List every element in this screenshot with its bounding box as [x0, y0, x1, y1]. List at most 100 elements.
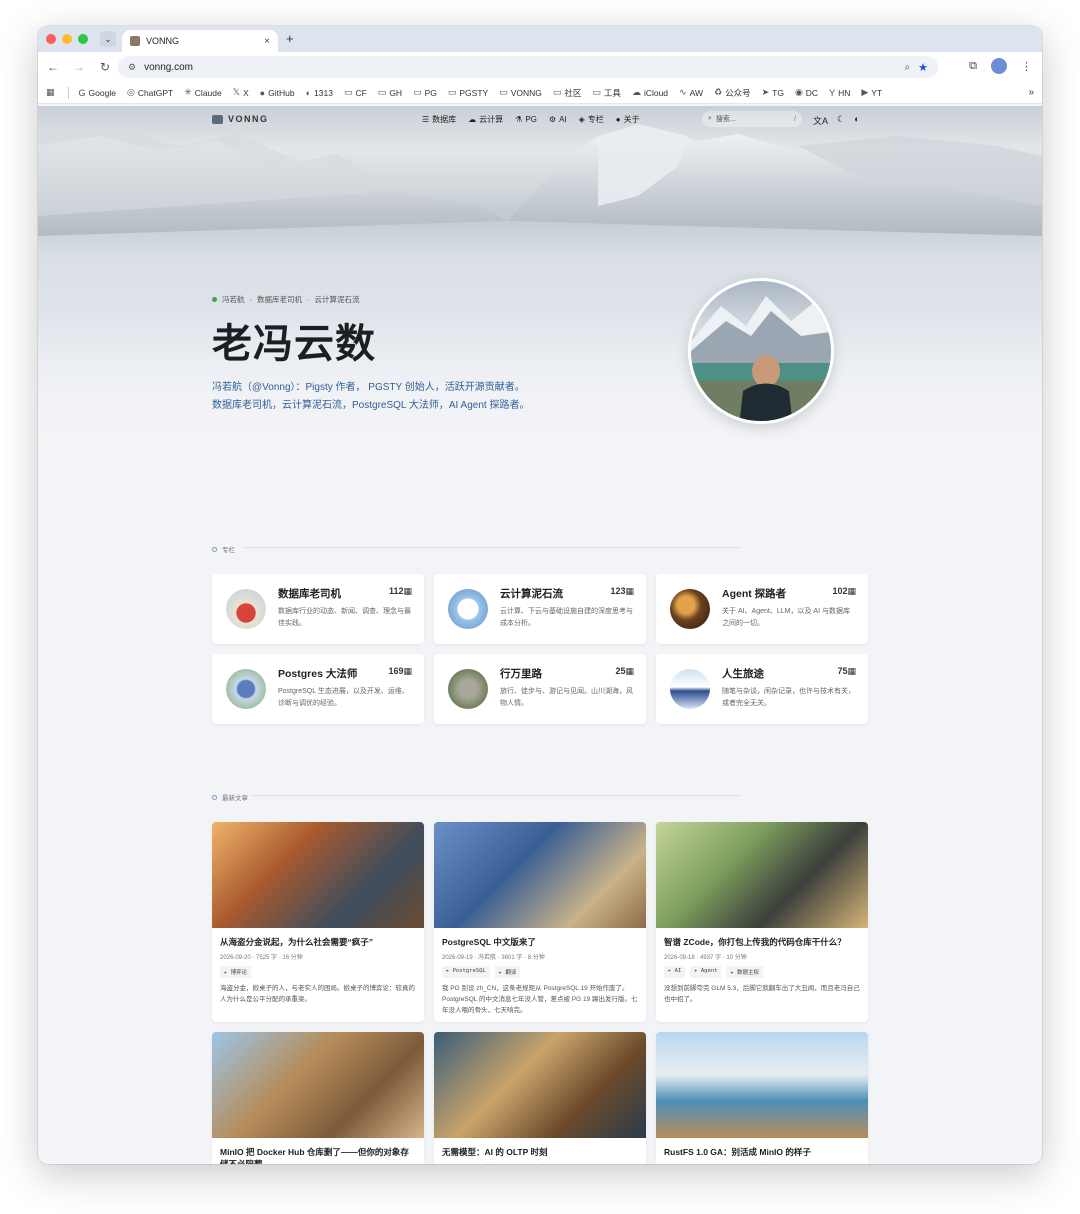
- site-settings-icon[interactable]: ⚙: [128, 62, 136, 73]
- post-card[interactable]: PostgreSQL 中文版来了 2026-09-19 · 冯若航 · 3601 …: [434, 822, 646, 1022]
- post-card[interactable]: MinIO 把 Docker Hub 仓库删了——但你的对象存储不必陪葬2026…: [212, 1032, 424, 1164]
- column-description: 数据库行业的动态、新闻、调查、理念与最佳实践。: [278, 608, 411, 627]
- site-logo[interactable]: VONNG: [212, 114, 269, 124]
- post-tag[interactable]: ▸ Agent: [690, 966, 722, 978]
- bookmark-item[interactable]: ☁ iCloud: [632, 87, 668, 99]
- forward-arrow-icon[interactable]: →: [72, 60, 86, 74]
- nav-item[interactable]: ☁ 云计算: [468, 114, 503, 125]
- bookmark-label: TG: [772, 87, 784, 98]
- nav-item-label: 数据库: [432, 115, 457, 124]
- column-body: 行万里路旅行、徒步与、游记与见闻。山川湖海，风物人情。: [500, 666, 634, 724]
- post-excerpt: 我 PG 别设 zh_CN，这条老规矩从 PostgreSQL 19 开始作废了…: [442, 985, 638, 1014]
- post-card[interactable]: RustFS 1.0 GA：别活成 MinIO 的样子 2026-09-17 · …: [656, 1032, 868, 1164]
- nav-item[interactable]: ◈ 专栏: [579, 114, 604, 125]
- bookmark-item[interactable]: ▶ YT: [861, 87, 882, 99]
- language-toggle-icon[interactable]: 文A: [813, 114, 828, 127]
- column-card[interactable]: 数据库老司机 数据库行业的动态、新闻、调查、理念与最佳实践。 112▦: [212, 574, 424, 644]
- post-card[interactable]: 智谱 ZCode，你打包上传我的代码仓库干什么？ 2026-09-18 · 493…: [656, 822, 868, 1022]
- post-title[interactable]: MinIO 把 Docker Hub 仓库删了——但你的对象存储不必陪葬: [220, 1146, 416, 1164]
- bookmark-item[interactable]: 𝕏X: [233, 87, 249, 99]
- more-bookmarks-icon[interactable]: »: [1028, 87, 1034, 98]
- bookmark-label: DC: [805, 87, 819, 98]
- bookmark-item[interactable]: ▭ GH: [378, 87, 402, 99]
- bookmark-item[interactable]: ▭ 工具: [592, 87, 621, 99]
- bookmark-item[interactable]: ➤ TG: [762, 87, 784, 99]
- post-title[interactable]: RustFS 1.0 GA：别活成 MinIO 的样子: [664, 1146, 860, 1158]
- column-card[interactable]: 行万里路 旅行、徒步与、游记与见闻。山川湖海，风物人情。 25▦: [434, 654, 646, 724]
- bookmark-item[interactable]: ◉ DC: [795, 87, 818, 99]
- bookmark-star-icon[interactable]: ★: [918, 61, 928, 74]
- post-title[interactable]: 智谱 ZCode，你打包上传我的代码仓库干什么？: [664, 936, 860, 948]
- bookmark-icon: 𝕏: [232, 87, 240, 97]
- column-article-count: 25▦: [615, 666, 634, 676]
- column-card[interactable]: 云计算泥石流 云计算、下云与基础设施自建的深度思考与成本分析。 123▦: [434, 574, 646, 644]
- bookmarks-bar: ▦ G Google ◎ ChatGPT ✳ Claude 𝕏 X ● GitHub ◐ 1313 ▭ C…: [38, 82, 1042, 104]
- more-menu-icon[interactable]: ⋮: [1021, 60, 1032, 73]
- nav-item[interactable]: ⚗ PG: [515, 114, 537, 125]
- close-window-button[interactable]: [46, 34, 56, 44]
- post-card[interactable]: 从海盗分金说起，为什么社会需要“疯子” 2026-09-20 · 7525 字 ·…: [212, 822, 424, 1022]
- nav-item-icon: ●: [615, 115, 621, 124]
- apps-grid-icon[interactable]: ▦: [46, 87, 55, 98]
- column-article-count: 169▦: [388, 666, 412, 676]
- bookmark-item[interactable]: ✳ Claude: [184, 87, 221, 99]
- search-shortcut-hint: /: [794, 115, 796, 123]
- bookmark-item[interactable]: ▭ PG: [413, 87, 437, 99]
- post-tag[interactable]: ▸ PostgreSQL: [442, 966, 490, 978]
- nav-item[interactable]: ☰ 数据库: [422, 114, 456, 125]
- bookmark-label: VONNG: [510, 87, 542, 98]
- search-icon: ⌕: [708, 115, 712, 122]
- bookmark-item[interactable]: ▭ CF: [344, 87, 367, 99]
- bookmark-item[interactable]: ∿ AW: [679, 87, 703, 99]
- minimize-window-button[interactable]: [62, 34, 72, 44]
- bookmark-item[interactable]: ◐ 1313: [306, 87, 333, 99]
- column-description: 旅行、徒步与、游记与见闻。山川湖海，风物人情。: [500, 688, 633, 707]
- column-card[interactable]: Agent 探路者 关于 AI、Agent、LLM，以及 AI 与数据库之间的一切…: [656, 574, 868, 644]
- bookmark-item[interactable]: ♻ 公众号: [714, 87, 751, 99]
- bookmark-icon: ▭: [592, 87, 601, 97]
- bookmark-item[interactable]: ● GitHub: [260, 87, 295, 99]
- post-tag[interactable]: ▸ 数据主权: [726, 966, 764, 978]
- bookmark-item[interactable]: Y HN: [829, 87, 850, 99]
- section-ring-icon: [212, 546, 217, 552]
- zoom-window-button[interactable]: [78, 34, 88, 44]
- bookmark-item[interactable]: G Google: [79, 87, 116, 99]
- nav-item[interactable]: ⚙ AI: [549, 114, 567, 125]
- tab-search-button[interactable]: ⌄: [100, 31, 116, 47]
- post-tag[interactable]: ▸ 博弈论: [220, 966, 252, 978]
- post-tag[interactable]: ▸ AI: [664, 966, 686, 978]
- post-title[interactable]: 无需模型：AI 的 OLTP 时刻: [442, 1146, 638, 1158]
- bookmark-item[interactable]: ▭ VONNG: [499, 87, 542, 99]
- columns-section-label: 专栏: [212, 544, 235, 554]
- url-text[interactable]: vonng.com: [144, 62, 896, 73]
- dark-mode-toggle-icon[interactable]: ☾: [837, 114, 845, 127]
- bookmark-item[interactable]: ◎ ChatGPT: [127, 87, 173, 99]
- column-title: 行万里路: [500, 668, 542, 680]
- site-search-input[interactable]: ⌕ 搜索... /: [702, 111, 802, 127]
- close-tab-icon[interactable]: ×: [264, 36, 270, 47]
- post-tag[interactable]: ▸ 翻译: [494, 966, 521, 978]
- column-card[interactable]: Postgres 大法师 PostgreSQL 生态进展，以及开发、运维、诊断与调…: [212, 654, 424, 724]
- post-title[interactable]: 从海盗分金说起，为什么社会需要“疯子”: [220, 936, 416, 948]
- extensions-icon[interactable]: ⧉: [969, 60, 977, 73]
- bookmark-item[interactable]: ▭ 社区: [553, 87, 582, 99]
- posts-section-label: 最新文章: [212, 792, 248, 802]
- tab-vonng[interactable]: VONNG ×: [122, 30, 278, 52]
- github-icon[interactable]: ◐: [854, 114, 859, 127]
- new-tab-button[interactable]: +: [286, 31, 294, 46]
- bookmark-icon: ▭: [499, 87, 508, 97]
- hero-description-line-1: 冯若航（@Vonng）：Pigsty 作者， PGSTY 创始人，活跃开源贡献者…: [212, 382, 525, 393]
- hero-text: 冯若航 · 数据库老司机 · 云计算泥石流 老冯云数 冯若航（@Vonng）：P…: [212, 294, 632, 415]
- window-controls: [46, 34, 88, 44]
- post-card[interactable]: 无需模型：AI 的 OLTP 时刻 2026-09-17 · 冯若航 · 1630…: [434, 1032, 646, 1164]
- post-title[interactable]: PostgreSQL 中文版来了: [442, 936, 638, 948]
- post-cover-image: [656, 1032, 868, 1138]
- profile-avatar[interactable]: [991, 58, 1007, 74]
- back-arrow-icon[interactable]: ←: [46, 60, 60, 74]
- reload-icon[interactable]: ↻: [98, 60, 112, 74]
- column-card[interactable]: 人生旅途 随笔与杂谈，闲杂记录，也许与技术有关，或者完全无关。 75▦: [656, 654, 868, 724]
- zoom-icon[interactable]: ⌕: [905, 62, 911, 73]
- nav-item[interactable]: ● 关于: [616, 114, 640, 125]
- address-bar[interactable]: ⚙ vonng.com ⌕ ★: [118, 56, 938, 78]
- bookmark-item[interactable]: ▭ PGSTY: [448, 87, 488, 99]
